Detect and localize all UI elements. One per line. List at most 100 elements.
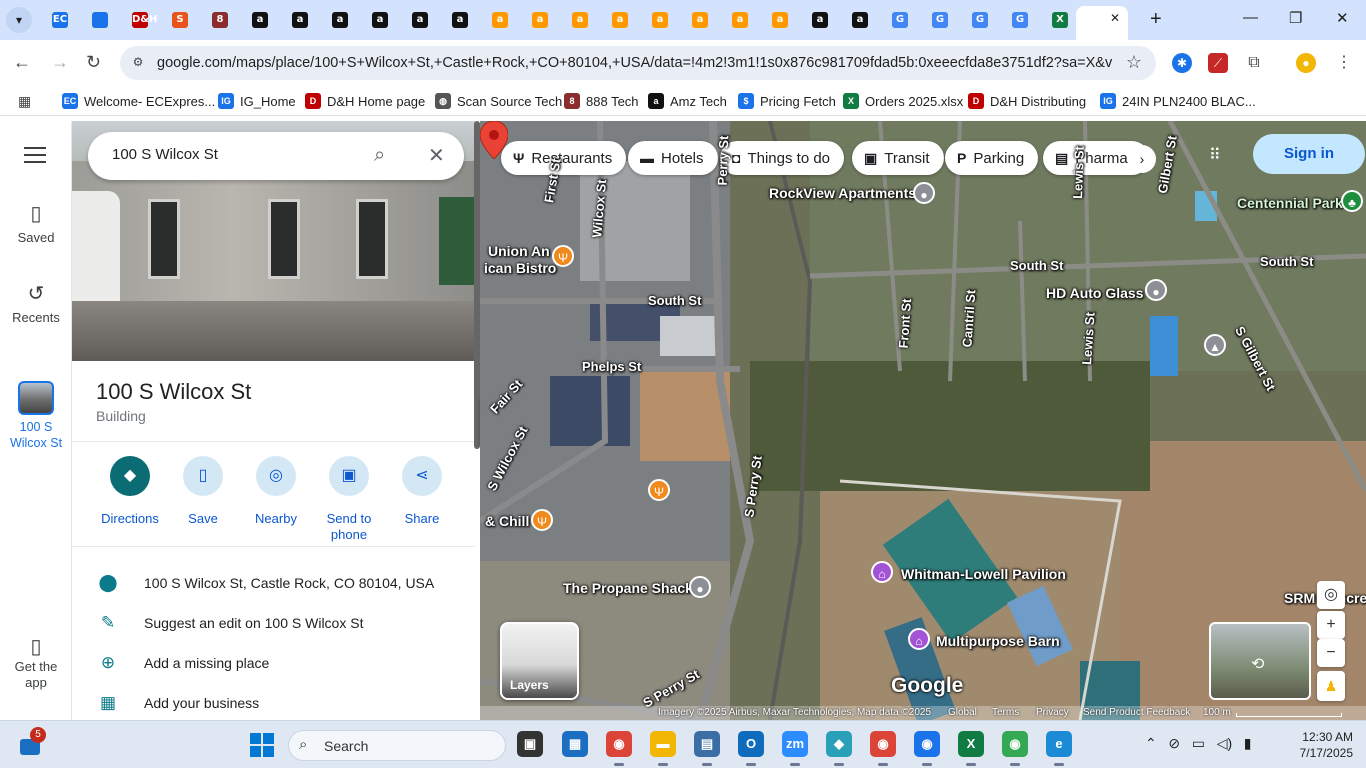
place-label[interactable]: RockView Apartments [769,185,916,201]
privacy-link[interactable]: Privacy [1036,707,1069,718]
share-button[interactable]: ⋖ Share [385,456,459,527]
outlook-icon[interactable]: O [738,731,764,766]
bookmark-item[interactable]: X Orders 2025.xlsx [843,92,963,110]
pegman-icon[interactable]: ♟ [1317,671,1345,701]
map-canvas[interactable]: Ψ Restaurants ▬ Hotels ◘ Things to do ▣ Transit… [480,121,1366,720]
task-view-icon[interactable]: ▣ [517,731,543,757]
browser-tab[interactable]: a [400,6,440,34]
my-location-icon[interactable]: ◎ [1317,581,1345,609]
get-the-app-nav-item[interactable]: ▯ Get the app [0,637,72,691]
chrome-profile-icon[interactable]: ◉ [1002,731,1028,766]
bookmark-item[interactable]: $ Pricing Fetch [738,92,836,110]
poi-marker-icon[interactable]: ● [689,576,711,598]
chip-transit[interactable]: ▣ Transit [852,141,944,175]
directions-button[interactable]: ◆ Directions [93,456,167,527]
feedback-link[interactable]: Send Product Feedback [1083,707,1190,718]
place-label[interactable]: HD Auto Glass [1046,285,1144,301]
chrome-profile-icon[interactable]: ◉ [870,731,896,766]
restaurant-marker-icon[interactable]: Ψ [648,479,670,501]
store-icon[interactable]: ▦ [562,731,588,757]
edge-icon[interactable]: e [1046,731,1072,766]
chip-hotels[interactable]: ▬ Hotels [628,141,718,175]
street-view-thumbnail[interactable]: ⟲ [1209,622,1311,700]
venue-marker-icon[interactable]: ⌂ [908,628,930,650]
search-icon[interactable]: ⌕ [374,144,385,167]
global-link[interactable]: Global [948,707,977,718]
info-row[interactable]: ✎ Suggest an edit on 100 S Wilcox St [72,603,475,643]
reload-icon[interactable]: ↻ [86,52,101,72]
browser-tab[interactable]: a [480,6,520,34]
chrome-icon[interactable]: ◉ [606,731,632,766]
start-button[interactable] [250,733,274,757]
minimize-button[interactable]: — [1243,9,1258,26]
browser-tab[interactable]: a [800,6,840,34]
chip-restaurants[interactable]: Ψ Restaurants [501,141,627,175]
excel-icon[interactable]: X [958,731,984,766]
browser-tab[interactable]: a [440,6,480,34]
browser-tab[interactable]: X [1040,6,1080,34]
poi-marker-icon[interactable]: ● [1145,279,1167,301]
maximize-button[interactable]: ❐ [1289,9,1302,27]
widgets-button[interactable]: 5 [20,727,46,757]
restaurant-marker-icon[interactable]: Ψ [552,245,574,267]
browser-tab[interactable]: a [360,6,400,34]
pdf-extension-icon[interactable]: ⟋ [1208,53,1228,73]
scale-label[interactable]: 100 m [1203,707,1231,718]
browser-menu-icon[interactable]: ⋮ [1334,53,1354,73]
layers-button[interactable]: Layers [500,622,579,700]
close-icon[interactable]: ✕ [428,143,445,168]
recent-place-thumbnail[interactable] [18,381,54,415]
location-pin-icon[interactable] [480,121,508,159]
zoom-icon[interactable]: zm [782,731,808,766]
place-label[interactable]: ican Bistro [484,260,556,276]
calculator-icon[interactable]: ▤ [694,731,720,766]
nearby-button[interactable]: ◎ Nearby [239,456,313,527]
browser-tab[interactable]: D&H [120,6,160,34]
system-tray[interactable]: ⌃ ⊘ ▭ ◁) ▮ [1145,735,1252,752]
file-explorer-icon[interactable]: ▬ [650,731,676,766]
address-bar[interactable]: ⚙ google.com/maps/place/100+S+Wilcox+St,… [120,46,1156,80]
back-icon[interactable]: ← [13,52,31,72]
chip-parking[interactable]: P Parking [945,141,1039,175]
venue-marker-icon[interactable]: ⌂ [871,561,893,583]
place-label[interactable]: The Propane Shack [563,580,693,596]
restaurant-marker-icon[interactable]: Ψ [531,509,553,531]
recent-place-label[interactable]: 100 S Wilcox St [0,419,72,451]
place-label[interactable]: Centennial Park [1237,195,1343,211]
new-tab-button[interactable]: + [1150,8,1162,30]
chip-things-to-do[interactable]: ◘ Things to do [720,141,845,175]
poi-marker-icon[interactable]: ● [913,182,935,204]
zoom-in-button[interactable]: + [1317,611,1345,639]
browser-tab[interactable]: a [320,6,360,34]
send-to-phone-button[interactable]: ▣ Send to phone [312,456,386,543]
browser-tab[interactable]: S [160,6,200,34]
extension-icon[interactable]: ✱ [1172,53,1192,73]
browser-tab[interactable]: a [640,6,680,34]
browser-tab[interactable]: a [840,6,880,34]
close-tab-icon[interactable]: ✕ [1110,11,1120,25]
saved-nav-item[interactable]: ▯ Saved [0,201,72,245]
browser-tab[interactable]: a [560,6,600,34]
chrome-profile-icon[interactable]: ◉ [914,731,940,766]
browser-tab[interactable] [80,6,120,34]
bookmark-item[interactable]: IG 24IN PLN2400 BLAC... [1100,92,1256,110]
chips-next-icon[interactable]: › [1128,145,1156,173]
browser-tab[interactable]: a [680,6,720,34]
browser-tab[interactable]: a [720,6,760,34]
tab-search-icon[interactable]: ▾ [6,7,32,33]
browser-tab[interactable]: G [1000,6,1040,34]
place-type[interactable]: Building [96,408,146,424]
site-settings-icon[interactable]: ⚙ [130,55,146,71]
copilot-icon[interactable]: ◆ [826,731,852,766]
save-button[interactable]: ▯ Save [166,456,240,527]
browser-tab[interactable]: G [920,6,960,34]
browser-tab[interactable]: a [520,6,560,34]
browser-tab[interactable]: EC [40,6,80,34]
forward-icon[interactable]: → [51,52,69,72]
sign-in-button[interactable]: Sign in [1253,134,1365,174]
profile-avatar-icon[interactable]: ● [1296,53,1316,73]
extensions-puzzle-icon[interactable]: ⧉ [1244,53,1264,73]
browser-tab[interactable]: G [960,6,1000,34]
school-marker-icon[interactable]: ▲ [1204,334,1226,356]
place-label[interactable]: & Chill [485,513,529,529]
